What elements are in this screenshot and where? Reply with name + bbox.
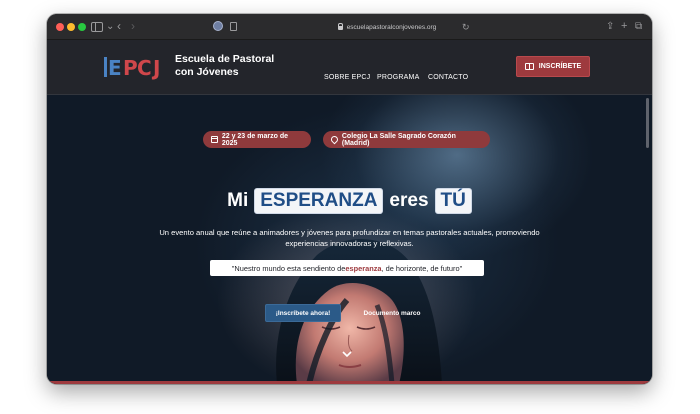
new-tab-icon[interactable]: + <box>621 19 627 33</box>
reader-icon[interactable] <box>230 22 237 31</box>
headline-part1: Mi <box>227 190 249 211</box>
browser-toolbar: ⌄ ‹ › escuelapastoralconjovenes.org ↻ ⇪ … <box>47 14 652 40</box>
site-header: E P C J Escuela de Pastoral con Jóvenes … <box>47 40 652 95</box>
url-text: escuelapastoralconjovenes.org <box>346 23 437 31</box>
date-badge-text: 22 y 23 de marzo de 2025 <box>221 132 288 147</box>
chevron-left-icon[interactable]: ‹ <box>117 19 121 33</box>
location-badge: Colegio La Salle Sagrado Corazón (Madrid… <box>323 131 490 148</box>
page-scrollbar[interactable] <box>646 98 649 148</box>
address-bar[interactable]: escuelapastoralconjovenes.org <box>257 19 517 35</box>
headline-highlight-tu: TÚ <box>434 188 472 214</box>
inscribete-button[interactable]: INSCRÍBETE <box>516 56 590 77</box>
inscribete-label: INSCRÍBETE <box>538 63 582 70</box>
site-name[interactable]: Escuela de Pastoral con Jóvenes <box>175 53 295 79</box>
svg-text:E: E <box>108 56 122 80</box>
map-pin-icon <box>329 134 340 145</box>
hero-section: 22 y 23 de marzo de 2025 Colegio La Sall… <box>47 95 652 384</box>
headline-part2: eres <box>389 190 429 211</box>
epcj-logo[interactable]: E P C J <box>102 54 170 80</box>
reload-icon[interactable]: ↻ <box>462 20 470 34</box>
quote-text-before: "Nuestro mundo esta sendiento de <box>231 263 346 273</box>
headline-highlight-esperanza: ESPERANZA <box>254 188 384 214</box>
bottom-accent-strip <box>47 381 652 384</box>
svg-text:P: P <box>123 56 138 80</box>
date-badge: 22 y 23 de marzo de 2025 <box>203 131 311 148</box>
hero-quote: "Nuestro mundo esta sendiento de esperan… <box>210 260 484 276</box>
scroll-down-chevron-icon[interactable] <box>341 350 353 358</box>
tabs-icon[interactable]: ⧉ <box>635 20 642 34</box>
lock-icon <box>337 23 344 30</box>
quote-highlight: esperanza <box>345 263 382 273</box>
svg-text:C: C <box>137 56 152 80</box>
ticket-icon <box>524 63 534 70</box>
nav-programa[interactable]: PROGRAMA <box>377 74 419 81</box>
calendar-icon <box>211 136 218 143</box>
site-name-line1: Escuela de Pastoral <box>175 53 275 65</box>
location-badge-text: Colegio La Salle Sagrado Corazón (Madrid… <box>341 132 456 147</box>
quote-text-after: , de horizonte, de futuro" <box>381 263 463 273</box>
svg-text:J: J <box>151 56 160 80</box>
browser-window: ⌄ ‹ › escuelapastoralconjovenes.org ↻ ⇪ … <box>47 14 652 384</box>
maximize-window-button[interactable] <box>78 23 86 31</box>
inscribete-ahora-button[interactable]: ¡Inscríbete ahora! <box>265 304 341 322</box>
hero-subtitle: Un evento anual que reúne a animadores y… <box>159 228 540 248</box>
minimize-window-button[interactable] <box>67 23 75 31</box>
close-window-button[interactable] <box>56 23 64 31</box>
nav-contacto[interactable]: CONTACTO <box>428 74 468 81</box>
site-name-line2: con Jóvenes <box>175 66 239 78</box>
hero-headline: Mi ESPERANZA eres TÚ <box>47 188 652 214</box>
site-favicon-icon <box>213 21 223 31</box>
sidebar-icon[interactable] <box>91 22 103 32</box>
chevron-down-icon[interactable]: ⌄ <box>106 20 114 34</box>
chevron-right-icon[interactable]: › <box>131 19 135 33</box>
share-icon[interactable]: ⇪ <box>606 20 614 34</box>
documento-marco-link[interactable]: Documento marco <box>352 304 432 322</box>
nav-sobre-epcj[interactable]: SOBRE EPCJ <box>324 74 370 81</box>
